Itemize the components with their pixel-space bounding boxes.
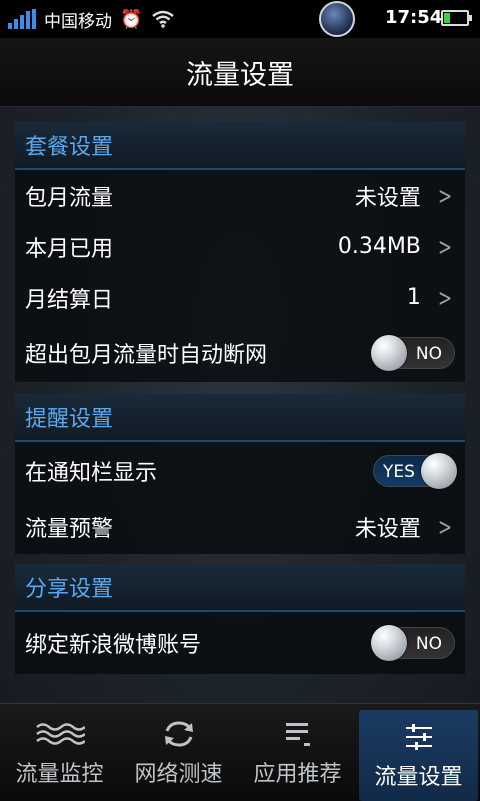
group-header: 提醒设置 — [15, 394, 465, 442]
toggle-state: NO — [415, 343, 442, 364]
chevron-right-icon: > — [437, 283, 452, 312]
status-bar: 中国移动 ⏰ 17:54 — [0, 0, 480, 38]
clock: 17:54 — [385, 7, 443, 28]
chevron-right-icon: > — [437, 181, 452, 210]
row-label: 流量预警 — [25, 517, 114, 542]
battery-icon — [441, 10, 472, 26]
used-this-month-row[interactable]: 本月已用 0.34MB > — [15, 221, 465, 272]
toggle-knob — [371, 625, 407, 661]
sliders-icon — [404, 721, 434, 753]
waves-icon — [35, 718, 85, 750]
weibo-binding-row: 绑定新浪微博账号 NO — [15, 612, 465, 674]
row-label: 超出包月流量时自动断网 — [25, 342, 268, 368]
tab-traffic-monitor[interactable]: 流量监控 — [0, 704, 119, 801]
notification-bar-row: 在通知栏显示 YES — [15, 442, 465, 500]
row-label: 本月已用 — [25, 236, 114, 262]
row-value: 0.34MB — [337, 234, 421, 259]
group-header: 套餐设置 — [15, 122, 465, 170]
tab-label: 应用推荐 — [253, 761, 342, 787]
row-label: 在通知栏显示 — [25, 461, 158, 486]
toggle-knob — [371, 334, 407, 371]
app-logo-icon — [319, 1, 355, 37]
tab-label: 流量监控 — [15, 761, 104, 787]
auto-disconnect-toggle[interactable]: NO — [371, 334, 455, 371]
tab-app-recommend[interactable]: 应用推荐 — [238, 704, 357, 801]
carrier-name: 中国移动 — [44, 11, 112, 32]
page-title: 流量设置 — [186, 59, 294, 91]
toggle-state: NO — [415, 634, 442, 654]
title-bar: 流量设置 — [0, 38, 480, 107]
refresh-icon — [162, 718, 196, 750]
tab-speed-test[interactable]: 网络测速 — [119, 704, 238, 801]
tab-label: 网络测速 — [134, 761, 223, 787]
list-icon — [284, 718, 312, 750]
alarm-icon: ⏰ — [120, 8, 143, 30]
package-settings-group: 套餐设置 包月流量 未设置 > 本月已用 0.34MB > 月结算日 1 > 超… — [15, 122, 465, 382]
group-header: 分享设置 — [15, 564, 465, 612]
reminder-settings-group: 提醒设置 在通知栏显示 YES 流量预警 未设置 > — [15, 394, 465, 554]
wifi-icon — [152, 10, 175, 28]
chevron-right-icon: > — [437, 513, 452, 541]
tab-traffic-settings[interactable]: 流量设置 — [359, 710, 478, 801]
billing-day-row[interactable]: 月结算日 1 > — [15, 272, 465, 323]
signal-icon — [8, 9, 36, 29]
row-value: 1 — [406, 285, 421, 310]
auto-disconnect-row: 超出包月流量时自动断网 NO — [15, 323, 465, 382]
traffic-warning-row[interactable]: 流量预警 未设置 > — [15, 500, 465, 554]
row-value: 未设置 — [354, 517, 421, 542]
row-value: 未设置 — [354, 185, 421, 211]
monthly-quota-row[interactable]: 包月流量 未设置 > — [15, 170, 465, 221]
row-label: 绑定新浪微博账号 — [25, 633, 202, 658]
weibo-binding-toggle[interactable]: NO — [371, 625, 455, 661]
bottom-nav: 流量监控 网络测速 应用推荐 流量设置 — [0, 703, 480, 801]
row-label: 月结算日 — [25, 287, 114, 313]
toggle-knob — [421, 453, 457, 489]
share-settings-group: 分享设置 绑定新浪微博账号 NO — [15, 564, 465, 674]
tab-label: 流量设置 — [374, 764, 463, 790]
notification-bar-toggle[interactable]: YES — [373, 453, 457, 489]
toggle-state: YES — [383, 462, 415, 482]
chevron-right-icon: > — [437, 232, 452, 261]
row-label: 包月流量 — [25, 185, 114, 211]
